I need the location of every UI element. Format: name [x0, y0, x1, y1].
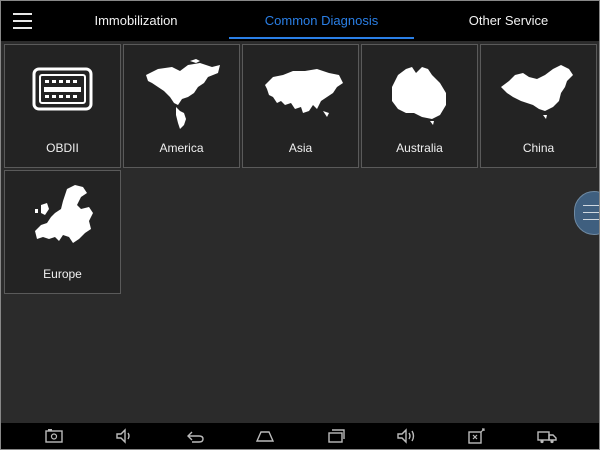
obd-connector-icon — [32, 67, 93, 111]
tile-label: Australia — [396, 141, 443, 155]
back-icon[interactable] — [184, 427, 206, 445]
top-tab-bar: Immobilization Common Diagnosis Other Se… — [1, 1, 599, 41]
europe-map-icon — [35, 185, 93, 243]
tile-china[interactable]: China — [480, 44, 597, 168]
volume-down-icon[interactable] — [113, 427, 135, 445]
app-window: Immobilization Common Diagnosis Other Se… — [0, 0, 600, 450]
recent-apps-icon[interactable] — [325, 427, 347, 445]
china-map-icon — [501, 65, 573, 119]
side-drawer-handle-icon[interactable] — [574, 191, 599, 235]
tile-asia[interactable]: Asia — [242, 44, 359, 168]
america-map-icon — [146, 59, 220, 129]
home-icon[interactable] — [254, 427, 276, 445]
volume-up-icon[interactable] — [395, 427, 417, 445]
tile-europe[interactable]: Europe — [4, 170, 121, 294]
android-nav-bar — [1, 423, 599, 449]
vci-connection-icon[interactable] — [465, 427, 487, 445]
screenshot-icon[interactable] — [43, 427, 65, 445]
active-tab-indicator — [229, 37, 414, 39]
tab-common-diagnosis[interactable]: Common Diagnosis — [229, 1, 414, 41]
tile-label: America — [159, 141, 204, 155]
tile-america[interactable]: America — [123, 44, 240, 168]
tile-australia[interactable]: Australia — [361, 44, 478, 168]
tile-label: Europe — [43, 267, 82, 281]
hamburger-menu-icon[interactable] — [11, 10, 35, 32]
asia-map-icon — [265, 69, 343, 117]
tile-label: OBDII — [46, 141, 79, 155]
tile-label: Asia — [288, 141, 313, 155]
australia-map-icon — [392, 67, 446, 125]
tab-other-service[interactable]: Other Service — [431, 1, 586, 41]
diagnosis-grid: OBDII America Asia Australia China Europ… — [1, 41, 599, 423]
tile-label: China — [522, 141, 555, 155]
truck-icon[interactable] — [536, 427, 558, 445]
tile-obdii[interactable]: OBDII — [4, 44, 121, 168]
tab-immobilization[interactable]: Immobilization — [61, 1, 211, 41]
